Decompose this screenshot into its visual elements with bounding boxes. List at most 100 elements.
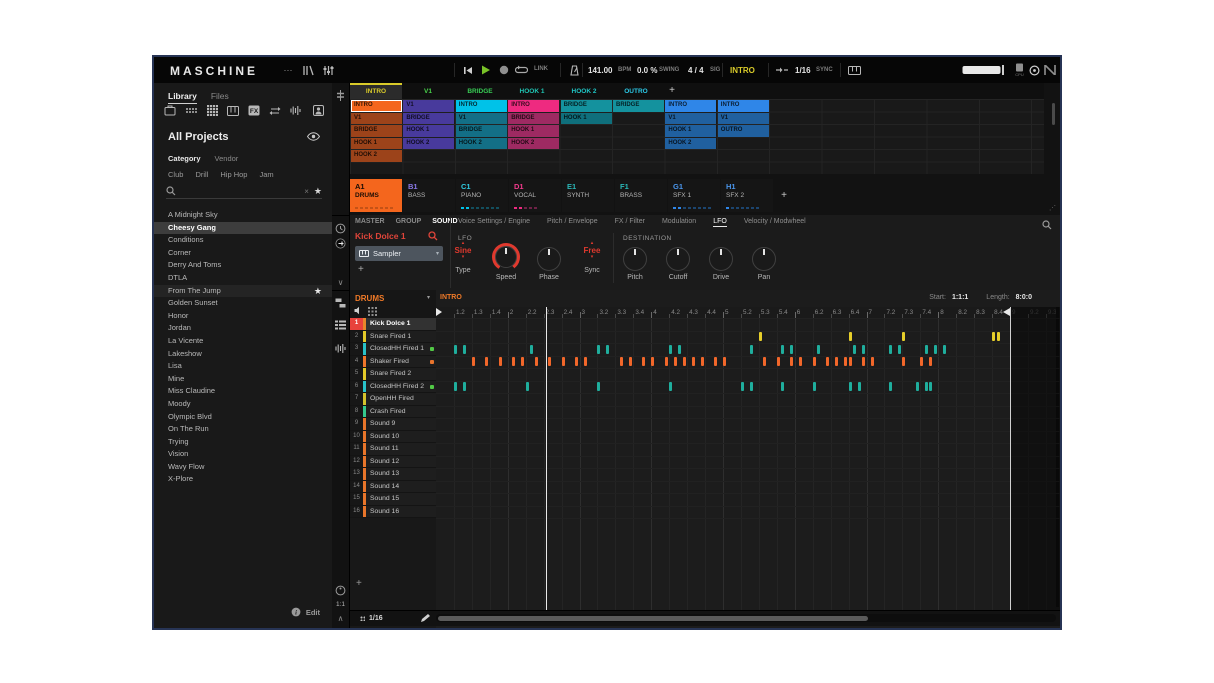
note-event[interactable] xyxy=(826,357,830,366)
browser-toggle-icon[interactable] xyxy=(301,62,317,78)
group-synth[interactable]: E1 SYNTH xyxy=(562,179,614,212)
note-event[interactable] xyxy=(740,382,744,391)
add-section-button[interactable]: + xyxy=(662,83,682,99)
param-pan[interactable]: Pan xyxy=(742,241,786,281)
clip-sfx-1-hook-2[interactable]: HOOK 2 xyxy=(665,137,717,149)
clip-sfx-1-intro[interactable]: INTRO xyxy=(665,100,717,112)
clip-drums-hook-2[interactable]: HOOK 2 xyxy=(351,150,402,162)
pattern-editor-icon[interactable] xyxy=(335,297,346,308)
audition-speaker-icon[interactable] xyxy=(354,306,363,315)
note-event[interactable] xyxy=(534,357,538,366)
sounds-icon[interactable] xyxy=(207,105,218,116)
favorites-filter-icon[interactable]: ★ xyxy=(314,186,322,197)
project-item-mine[interactable]: Mine xyxy=(154,373,332,386)
project-item-moody[interactable]: Moody xyxy=(154,398,332,411)
clip-sfx-1-v1[interactable]: V1 xyxy=(665,112,717,124)
edit-button[interactable]: Edit xyxy=(306,608,320,617)
add-group-button[interactable]: + xyxy=(774,179,794,212)
project-item-corner[interactable]: Corner xyxy=(154,247,332,260)
note-event[interactable] xyxy=(498,357,502,366)
sound-row-closedhh-fired-1[interactable]: 3 ClosedHH Fired 1 xyxy=(350,343,436,356)
knob-phase[interactable] xyxy=(537,247,561,271)
metronome-icon[interactable] xyxy=(566,62,582,78)
plugin-page-tab-modulation[interactable]: Modulation xyxy=(662,218,696,227)
project-item-x-plore[interactable]: X-Plore xyxy=(154,473,332,486)
clip-brass-bridge[interactable]: BRIDGE xyxy=(613,100,664,112)
project-item-wavy-flow[interactable]: Wavy Flow xyxy=(154,461,332,474)
tag-jam[interactable]: Jam xyxy=(259,170,273,179)
clip-sfx-2-intro[interactable]: INTRO xyxy=(717,100,769,112)
note-event[interactable] xyxy=(512,357,516,366)
edit-pencil-icon[interactable] xyxy=(420,613,430,623)
info-icon[interactable]: i xyxy=(291,607,301,617)
tag-club[interactable]: Club xyxy=(168,170,183,179)
note-event[interactable] xyxy=(888,344,892,354)
favorite-star-icon[interactable]: ★ xyxy=(314,285,322,298)
master-volume-slider[interactable] xyxy=(962,65,1008,75)
clip-synth-hook-1[interactable]: HOOK 1 xyxy=(560,112,612,124)
note-event[interactable] xyxy=(992,332,996,341)
note-event[interactable] xyxy=(485,357,489,366)
note-event[interactable] xyxy=(776,357,780,366)
project-item-vision[interactable]: Vision xyxy=(154,448,332,461)
add-plugin-button[interactable]: + xyxy=(358,264,364,275)
project-item-honor[interactable]: Honor xyxy=(154,310,332,323)
pattern-hscrollbar[interactable] xyxy=(436,614,1056,622)
project-item-a-midnight-sky[interactable]: A Midnight Sky xyxy=(154,209,332,222)
clip-drums-hook-1[interactable]: HOOK 1 xyxy=(351,137,402,149)
group-vocal[interactable]: D1 VOCAL xyxy=(509,179,561,212)
audio-engine-icon[interactable] xyxy=(1026,62,1042,78)
note-event[interactable] xyxy=(853,344,856,354)
note-event[interactable] xyxy=(575,357,578,366)
sound-search-icon[interactable] xyxy=(428,231,438,241)
note-event[interactable] xyxy=(597,344,601,354)
note-event[interactable] xyxy=(453,344,457,354)
channel-properties-icon[interactable] xyxy=(335,223,346,234)
note-event[interactable] xyxy=(933,344,937,354)
note-event[interactable] xyxy=(915,382,919,391)
browser-tab-files[interactable]: Files xyxy=(211,91,229,103)
add-sound-button[interactable]: + xyxy=(356,578,362,589)
zoom-dial-icon[interactable] xyxy=(335,585,346,596)
kits-icon[interactable] xyxy=(185,106,198,115)
note-event[interactable] xyxy=(888,382,892,391)
note-area[interactable]: INTRO Start: 1:1:1 Length: 8:0:0 1.2 1.3 1.4… xyxy=(436,290,1060,628)
playhead[interactable] xyxy=(546,307,547,610)
sound-row-closedhh-fired-2[interactable]: 6 ClosedHH Fired 2 xyxy=(350,380,436,393)
note-event[interactable] xyxy=(902,357,906,366)
samples-icon[interactable] xyxy=(290,105,301,116)
note-event[interactable] xyxy=(817,344,821,354)
clip-bass-v1[interactable]: V1 xyxy=(403,100,455,112)
note-event[interactable] xyxy=(929,357,933,366)
note-event[interactable] xyxy=(669,344,673,354)
grid-value[interactable]: 1/16 xyxy=(795,66,811,75)
project-item-golden-sunset[interactable]: Golden Sunset xyxy=(154,297,332,310)
section-tab-hook-1[interactable]: HOOK 1 xyxy=(506,83,558,99)
note-event[interactable] xyxy=(857,382,861,391)
sound-row-sound-11[interactable]: 11 Sound 11 xyxy=(350,443,436,456)
project-item-trying[interactable]: Trying xyxy=(154,436,332,449)
menu-icon[interactable]: ··· xyxy=(280,62,296,78)
note-event[interactable] xyxy=(862,344,865,354)
note-event[interactable] xyxy=(628,357,632,366)
user-content-icon[interactable] xyxy=(313,105,324,116)
note-event[interactable] xyxy=(942,344,946,354)
time-signature-value[interactable]: 4 / 4 xyxy=(688,66,704,75)
clip-vocal-hook-1[interactable]: HOOK 1 xyxy=(508,125,560,137)
note-event[interactable] xyxy=(781,344,785,354)
pad-grid-icon[interactable] xyxy=(368,307,377,316)
plugin-icon[interactable] xyxy=(335,238,346,249)
note-event[interactable] xyxy=(848,332,852,341)
resize-grip[interactable]: ⋰ xyxy=(1049,205,1056,212)
note-event[interactable] xyxy=(799,357,803,366)
clip-synth-bridge[interactable]: BRIDGE xyxy=(560,100,612,112)
sound-row-sound-13[interactable]: 13 Sound 13 xyxy=(350,468,436,481)
project-item-on-the-run[interactable]: On The Run xyxy=(154,423,332,436)
clip-drums-v1[interactable]: V1 xyxy=(351,112,402,124)
filter-tab-vendor[interactable]: Vendor xyxy=(215,154,239,163)
sound-row-sound-15[interactable]: 15 Sound 15 xyxy=(350,493,436,506)
note-event[interactable] xyxy=(597,382,601,391)
param-type[interactable]: ▴ Sine ▾ Type xyxy=(441,241,485,275)
note-event[interactable] xyxy=(673,357,677,366)
note-event[interactable] xyxy=(691,357,695,366)
